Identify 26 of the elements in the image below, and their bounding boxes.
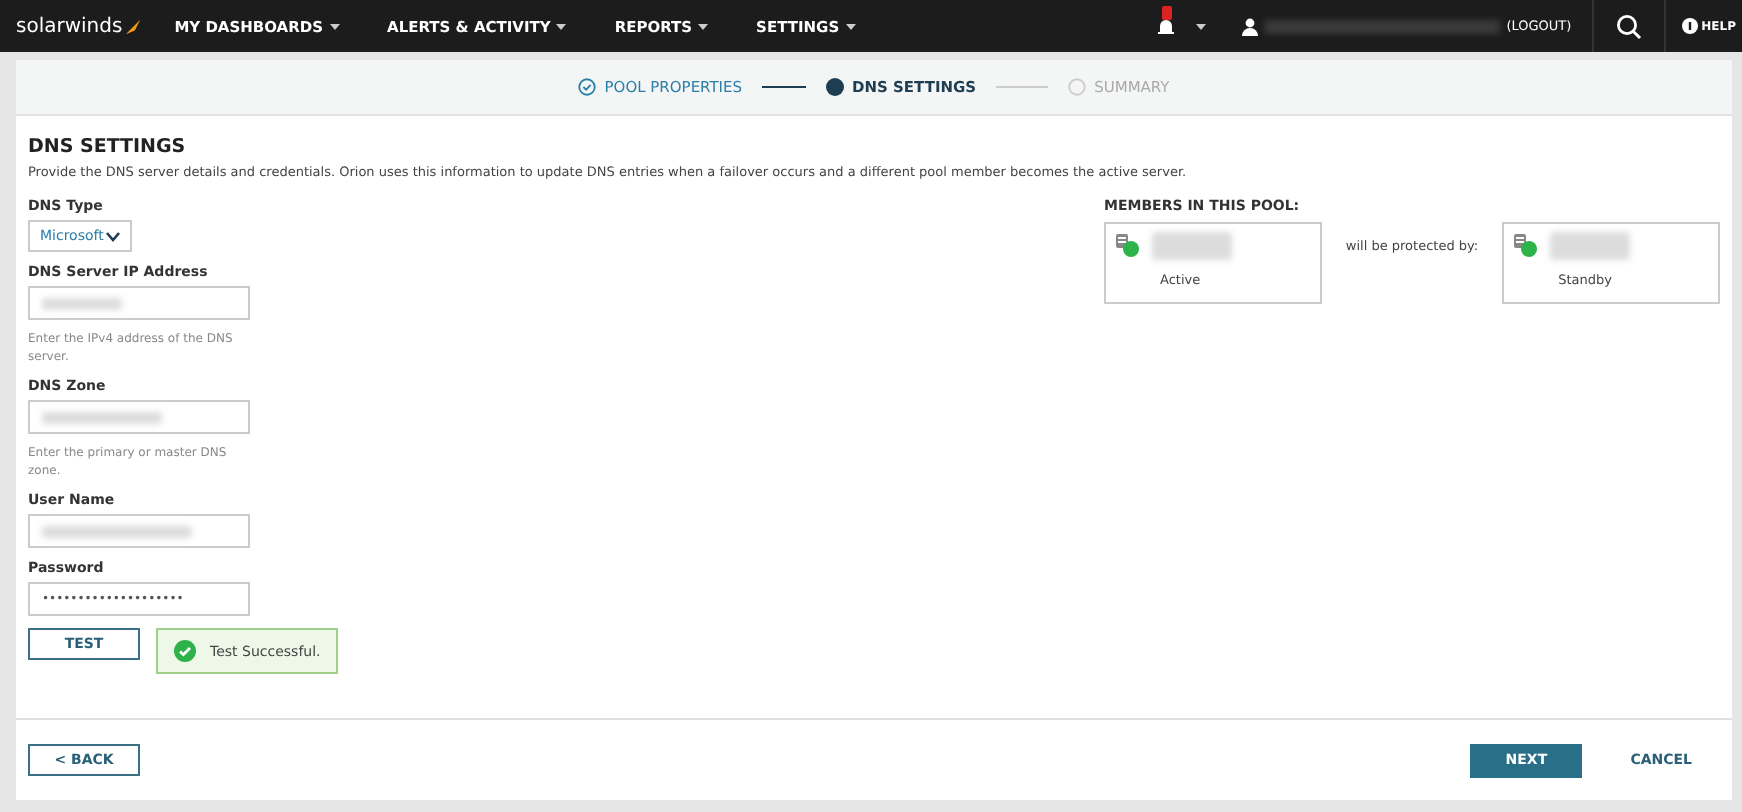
check-circle-icon <box>174 640 196 662</box>
bell-icon[interactable] <box>1156 16 1177 36</box>
redacted-server-name <box>1152 232 1232 260</box>
user-icon <box>1242 17 1259 35</box>
filled-circle-icon <box>826 78 845 96</box>
caret-icon <box>329 23 340 29</box>
section-title: DNS SETTINGS <box>28 136 188 158</box>
chevron-icon <box>106 231 120 241</box>
server-status-icon <box>1114 232 1140 258</box>
redacted-value <box>42 411 162 423</box>
caret-icon <box>556 23 567 29</box>
notification-badge <box>1162 6 1173 20</box>
help-icon[interactable] <box>1681 18 1698 34</box>
caret-icon <box>845 23 856 29</box>
solarwinds-logo[interactable]: solarwinds <box>0 15 151 37</box>
input-field[interactable] <box>28 286 250 320</box>
caret-icon <box>1196 23 1207 29</box>
input-field[interactable] <box>28 514 250 548</box>
search-icon[interactable] <box>1615 13 1642 39</box>
redacted-value <box>42 297 122 309</box>
check-circle-icon <box>578 78 597 96</box>
circle-icon <box>1068 78 1087 96</box>
redacted-server-name <box>1550 232 1631 260</box>
caret-icon <box>698 23 709 29</box>
input-field[interactable] <box>28 400 250 434</box>
server-status-icon <box>1512 232 1539 258</box>
